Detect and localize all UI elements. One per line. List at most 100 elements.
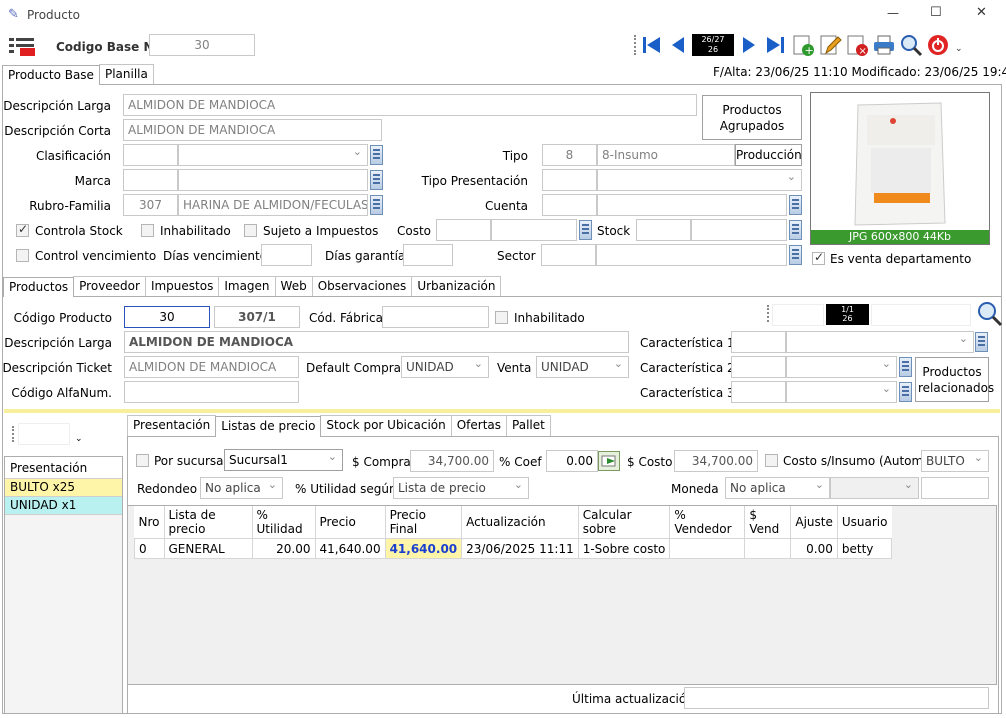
coef-field[interactable]: 0.00	[546, 450, 598, 472]
last-record-button[interactable]	[763, 33, 787, 57]
tab-web[interactable]: Web	[274, 276, 313, 296]
caracteristica-2-lookup-icon[interactable]	[899, 357, 912, 377]
tab-productos[interactable]: Productos	[3, 277, 75, 297]
tab-proveedor[interactable]: Proveedor	[73, 276, 146, 296]
col-vendedor[interactable]: % Vendedor	[669, 506, 746, 539]
add-record-icon[interactable]: +	[791, 33, 815, 57]
tab-pallet[interactable]: Pallet	[506, 415, 551, 436]
sector-lookup-icon[interactable]	[789, 245, 802, 265]
unidad-select[interactable]: BULTO	[921, 450, 989, 472]
col-utilidad[interactable]: % Utilidad	[252, 506, 316, 539]
tab-imagen[interactable]: Imagen	[218, 276, 276, 296]
first-record-button[interactable]	[640, 33, 664, 57]
product-search-icon[interactable]	[976, 300, 1003, 327]
utilidad-segun-select[interactable]: Lista de precio	[393, 477, 529, 499]
marca-name[interactable]	[178, 169, 368, 191]
toolbar-overflow-icon[interactable]: ⌄	[955, 44, 963, 54]
list-icon[interactable]	[9, 37, 36, 57]
dias-vencimiento-field[interactable]	[261, 244, 312, 266]
desc-ticket-field[interactable]: ALMIDON DE MANDIOCA	[124, 356, 299, 378]
cell-actualizacion[interactable]: 23/06/2025 11:11	[461, 538, 579, 559]
producto-inhabilitado-checkbox[interactable]	[495, 311, 508, 324]
codigo-producto-field[interactable]: 30	[124, 306, 210, 328]
tab-ofertas[interactable]: Ofertas	[450, 415, 508, 436]
col-actualizacion[interactable]: Actualización	[461, 506, 579, 539]
codigo-base-field[interactable]: 30	[149, 34, 255, 56]
venta-select[interactable]: UNIDAD	[536, 356, 629, 378]
rubro-code[interactable]: 307	[123, 194, 178, 216]
tipo-code[interactable]: 8	[542, 144, 597, 166]
costo-field-2[interactable]	[491, 219, 577, 241]
cod-fabrica-field[interactable]	[382, 306, 489, 328]
redondeo-select[interactable]: No aplica	[200, 477, 283, 499]
cell-nro[interactable]: 0	[134, 538, 165, 559]
marca-code[interactable]	[123, 169, 178, 191]
controla-stock-checkbox[interactable]	[16, 222, 29, 237]
col-usuario[interactable]: Usuario	[837, 506, 892, 539]
clasificacion-code[interactable]	[123, 144, 178, 166]
cell-vendedor[interactable]	[669, 538, 746, 559]
moneda-extra-select[interactable]	[830, 477, 919, 499]
default-compra-select[interactable]: UNIDAD	[401, 356, 489, 378]
maximize-button[interactable]: ☐	[930, 5, 942, 20]
tab-listas-precio[interactable]: Listas de precio	[215, 416, 322, 437]
print-icon[interactable]	[872, 33, 896, 57]
alfanum-field[interactable]	[124, 381, 299, 403]
caracteristica-2-code[interactable]	[731, 356, 786, 378]
clasificacion-lookup-icon[interactable]	[370, 145, 383, 165]
cell-precio[interactable]: 41,640.00	[314, 538, 386, 559]
tipo-presentacion-select[interactable]	[597, 169, 802, 191]
costo-insumo-checkbox[interactable]	[765, 454, 778, 467]
sucursal-select[interactable]: Sucursal1	[224, 449, 343, 471]
clasificacion-select[interactable]	[178, 144, 368, 166]
productos-agrupados-button[interactable]: Productos Agrupados	[702, 95, 802, 140]
productos-relacionados-button[interactable]: Productos relacionados	[915, 357, 994, 402]
tab-planilla[interactable]: Planilla	[98, 64, 154, 84]
product-image-frame[interactable]: JPG 600x800 44Kb	[810, 92, 990, 245]
col-nro[interactable]: Nro	[134, 506, 165, 539]
exit-icon[interactable]	[926, 33, 950, 57]
dias-garantia-field[interactable]	[403, 244, 453, 266]
cuenta-lookup-icon[interactable]	[789, 195, 802, 215]
codigo-producto-2-field[interactable]: 307/1	[214, 306, 300, 328]
cell-utilidad[interactable]: 20.00	[251, 538, 316, 559]
es-venta-checkbox[interactable]	[812, 250, 825, 265]
col-calcular[interactable]: Calcular sobre	[578, 506, 671, 539]
cell-lista[interactable]: GENERAL	[163, 538, 253, 559]
desc-larga-field[interactable]: ALMIDON DE MANDIOCA	[123, 94, 697, 116]
cuenta-code[interactable]	[542, 194, 597, 216]
cuenta-name[interactable]	[597, 194, 787, 216]
marca-lookup-icon[interactable]	[370, 170, 383, 190]
col-precio[interactable]: Precio	[315, 506, 386, 539]
col-lista[interactable]: Lista de precio	[164, 506, 253, 539]
sector-name[interactable]	[596, 244, 787, 266]
table-row[interactable]: 0 GENERAL 20.00 41,640.00 41,640.00 23/0…	[134, 538, 892, 559]
caracteristica-1-lookup-icon[interactable]	[975, 332, 988, 352]
por-sucursal-checkbox[interactable]	[136, 454, 149, 467]
close-button[interactable]: ✕	[976, 5, 987, 20]
stock-field-2[interactable]	[691, 219, 787, 241]
tab-stock-ubicacion[interactable]: Stock por Ubicación	[320, 415, 452, 436]
produccion-button[interactable]: Producción	[735, 144, 802, 166]
rubro-lookup-icon[interactable]	[370, 195, 383, 215]
presentacion-toolbar-overflow-icon[interactable]: ⌄	[75, 434, 83, 444]
tab-presentacion[interactable]: Presentación	[127, 415, 217, 436]
tab-urbanizacion[interactable]: Urbanización	[411, 276, 502, 296]
col-ajuste[interactable]: Ajuste	[790, 506, 838, 539]
costo-precio-field[interactable]: 34,700.00	[674, 450, 758, 472]
compra-field[interactable]: 34,700.00	[410, 450, 494, 472]
cell-ajuste[interactable]: 0.00	[790, 538, 838, 559]
producto-desc-larga-field[interactable]: ALMIDON DE MANDIOCA	[124, 331, 629, 353]
list-item[interactable]: BULTO x25	[5, 479, 122, 497]
col-precio-final[interactable]: Precio Final	[385, 506, 463, 539]
delete-record-icon[interactable]: ×	[845, 33, 869, 57]
ultima-actualizacion-field[interactable]	[684, 687, 989, 709]
stock-field-1[interactable]	[636, 219, 691, 241]
caracteristica-2-select[interactable]	[786, 356, 897, 378]
cell-precio-final[interactable]: 41,640.00	[384, 538, 463, 559]
cell-calcular[interactable]: 1-Sobre costo	[577, 538, 671, 559]
edit-record-icon[interactable]	[818, 33, 842, 57]
caracteristica-3-code[interactable]	[731, 381, 786, 403]
next-record-button[interactable]	[737, 33, 761, 57]
control-vencimiento-checkbox[interactable]	[16, 249, 29, 262]
